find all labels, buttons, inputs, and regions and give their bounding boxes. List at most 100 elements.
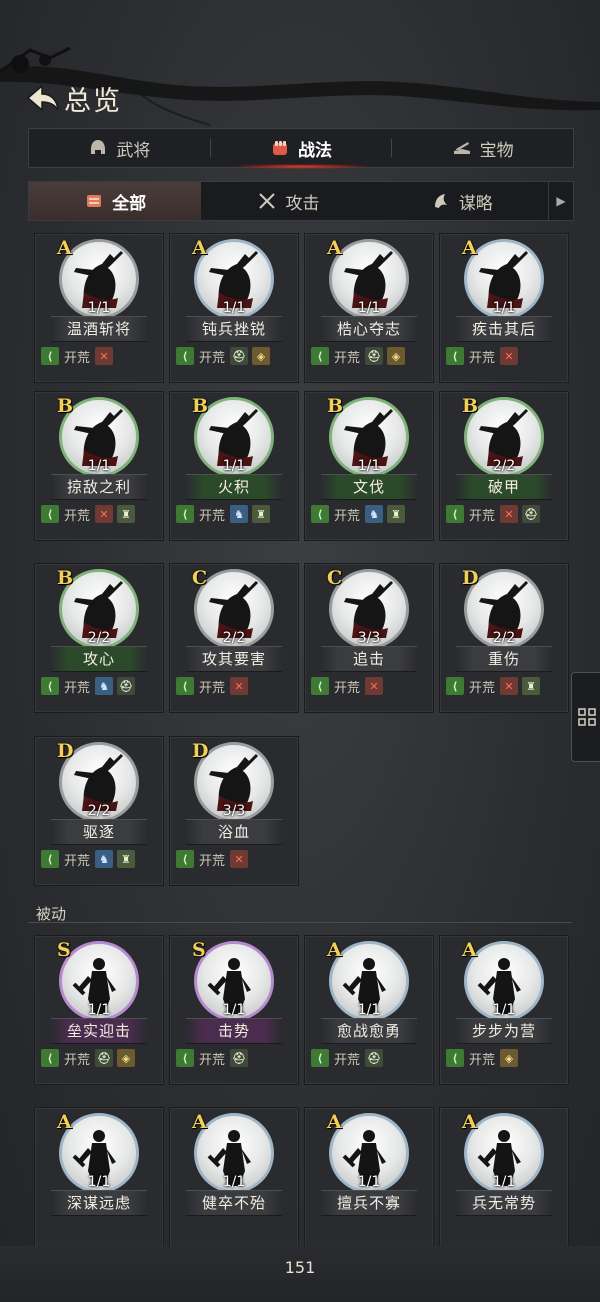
tactic-card[interactable]: A 1/1 兵无常势 [439,1107,569,1257]
tactic-card[interactable]: D 2/2 重伤 ⟨ 开荒 ✕ ♜ [439,563,569,713]
owned-count: 2/2 [222,630,246,646]
back-arrow-icon[interactable] [22,78,62,118]
tactic-card[interactable]: S 1/1 垒实迎击 ⟨ 开荒 ⛑ ◈ [34,935,164,1085]
subtab-all[interactable]: 全部 [29,182,202,220]
grade-badge: A [57,1111,72,1133]
not-recommended-icon: ✕ [95,505,114,523]
tactic-name: 健卒不殆 [186,1190,282,1216]
subtab-attack[interactable]: 攻击 [202,182,374,220]
active-type-icon: ⟨ [176,347,194,365]
tactic-card[interactable]: A 1/1 愈战愈勇 ⟨ 开荒 ⛑ [304,935,434,1085]
scroll-icon [87,195,102,207]
tactic-name: 深谋远虑 [51,1190,147,1216]
troop-icon: ♜ [252,505,271,523]
troop-icon: ♜ [387,505,406,523]
fist-icon [273,141,287,155]
active-type-icon: ⟨ [446,505,464,523]
active-type-icon: ⟨ [311,347,329,365]
tactic-name: 垒实迎击 [51,1018,147,1044]
owned-count: 1/1 [357,1174,381,1190]
grade-badge: B [327,395,344,417]
tag-row: ⟨ 开荒 ♞ ♜ [311,504,406,524]
tag-row: ⟨ 开荒 ✕ [311,676,384,696]
shield-icon: ◈ [117,1049,136,1067]
tab-treasures[interactable]: 宝物 [392,129,573,167]
tactic-name: 火积 [186,474,282,500]
tag-label: 开荒 [334,350,361,366]
helmet-icon: ⛑ [230,1049,249,1067]
main-tab-bar: 武将 战法 宝物 [28,128,574,169]
section-divider [28,922,572,923]
tab-generals[interactable]: 武将 [29,129,210,167]
cavalry-icon: ♞ [365,505,384,523]
grade-badge: A [462,1111,477,1133]
owned-count: 1/1 [222,300,246,316]
sub-tab-bar: 全部 攻击 谋略 ▶ [28,181,574,221]
tactic-card[interactable]: A 1/1 深谋远虑 [34,1107,164,1257]
tactic-card[interactable]: A 1/1 擅兵不寡 [304,1107,434,1257]
cavalry-icon: ♞ [230,505,249,523]
tag-label: 开荒 [199,680,226,696]
tag-row: ⟨ 开荒 ⛑ ◈ [41,1048,136,1068]
subtab-strategy[interactable]: 谋略 [376,182,548,220]
active-type-icon: ⟨ [446,1049,464,1067]
not-recommended-icon: ✕ [95,347,114,365]
tactic-name: 温酒斩将 [51,316,147,342]
scroll-right-arrow-icon[interactable]: ▶ [547,182,573,220]
page-number: 151 [284,1258,316,1277]
tag-row: ⟨ 开荒 ◈ [446,1048,519,1068]
tactic-card[interactable]: A 1/1 步步为营 ⟨ 开荒 ◈ [439,935,569,1085]
tag-label: 开荒 [64,680,91,696]
tactic-card[interactable]: D 2/2 驱逐 ⟨ 开荒 ♞ ♜ [34,736,164,886]
tactic-card[interactable]: A 1/1 温酒斩将 ⟨ 开荒 ✕ [34,233,164,383]
tactic-card[interactable]: B 1/1 文伐 ⟨ 开荒 ♞ ♜ [304,391,434,541]
tactic-card[interactable]: B 2/2 攻心 ⟨ 开荒 ♞ ⛑ [34,563,164,713]
owned-count: 1/1 [357,1002,381,1018]
tactic-card[interactable]: B 1/1 火积 ⟨ 开荒 ♞ ♜ [169,391,299,541]
active-type-icon: ⟨ [176,677,194,695]
tag-row: ⟨ 开荒 ⛑ [311,1048,384,1068]
tab-tactics[interactable]: 战法 [211,129,392,169]
tactic-card[interactable]: C 2/2 攻其要害 ⟨ 开荒 ✕ [169,563,299,713]
tag-label: 开荒 [199,853,226,869]
owned-count: 2/2 [492,630,516,646]
tag-row: ⟨ 开荒 ✕ ♜ [41,504,136,524]
tactic-card[interactable]: C 3/3 追击 ⟨ 开荒 ✕ [304,563,434,713]
tactic-name: 掠敌之利 [51,474,147,500]
grade-badge: C [192,567,208,589]
owned-count: 3/3 [222,803,246,819]
active-type-icon: ⟨ [41,850,59,868]
tactic-card[interactable]: A 1/1 钝兵挫锐 ⟨ 开荒 ⛑ ◈ [169,233,299,383]
tactic-card[interactable]: A 1/1 健卒不殆 [169,1107,299,1257]
owned-count: 1/1 [222,458,246,474]
tag-label: 开荒 [469,350,496,366]
tactic-card[interactable]: A 1/1 梏心夺志 ⟨ 开荒 ⛑ ◈ [304,233,434,383]
tactic-name: 击势 [186,1018,282,1044]
side-menu-button[interactable] [571,672,600,762]
grade-badge: B [57,567,74,589]
tag-row: ⟨ 开荒 ⛑ ◈ [176,346,271,366]
tactic-card[interactable]: B 1/1 掠敌之利 ⟨ 开荒 ✕ ♜ [34,391,164,541]
shield-icon: ◈ [500,1049,519,1067]
page-header: 总览 [22,78,122,118]
owned-count: 1/1 [492,1002,516,1018]
owned-count: 2/2 [87,630,111,646]
owned-count: 1/1 [222,1174,246,1190]
active-type-icon: ⟨ [311,677,329,695]
active-type-icon: ⟨ [446,347,464,365]
tactic-name: 兵无常势 [456,1190,552,1216]
troop-icon: ♜ [117,850,136,868]
tactic-name: 愈战愈勇 [321,1018,417,1044]
tactic-card[interactable]: B 2/2 破甲 ⟨ 开荒 ✕ ⛑ [439,391,569,541]
owned-count: 1/1 [492,300,516,316]
tactic-name: 攻其要害 [186,646,282,672]
not-recommended-icon: ✕ [230,850,249,868]
tactic-card[interactable]: D 3/3 浴血 ⟨ 开荒 ✕ [169,736,299,886]
tactic-card[interactable]: A 1/1 疾击其后 ⟨ 开荒 ✕ [439,233,569,383]
tactic-card[interactable]: S 1/1 击势 ⟨ 开荒 ⛑ [169,935,299,1085]
owned-count: 1/1 [87,300,111,316]
tactic-name: 攻心 [51,646,147,672]
subtab-all-label: 全部 [112,193,147,214]
owned-count: 1/1 [87,1002,111,1018]
tactic-name: 追击 [321,646,417,672]
